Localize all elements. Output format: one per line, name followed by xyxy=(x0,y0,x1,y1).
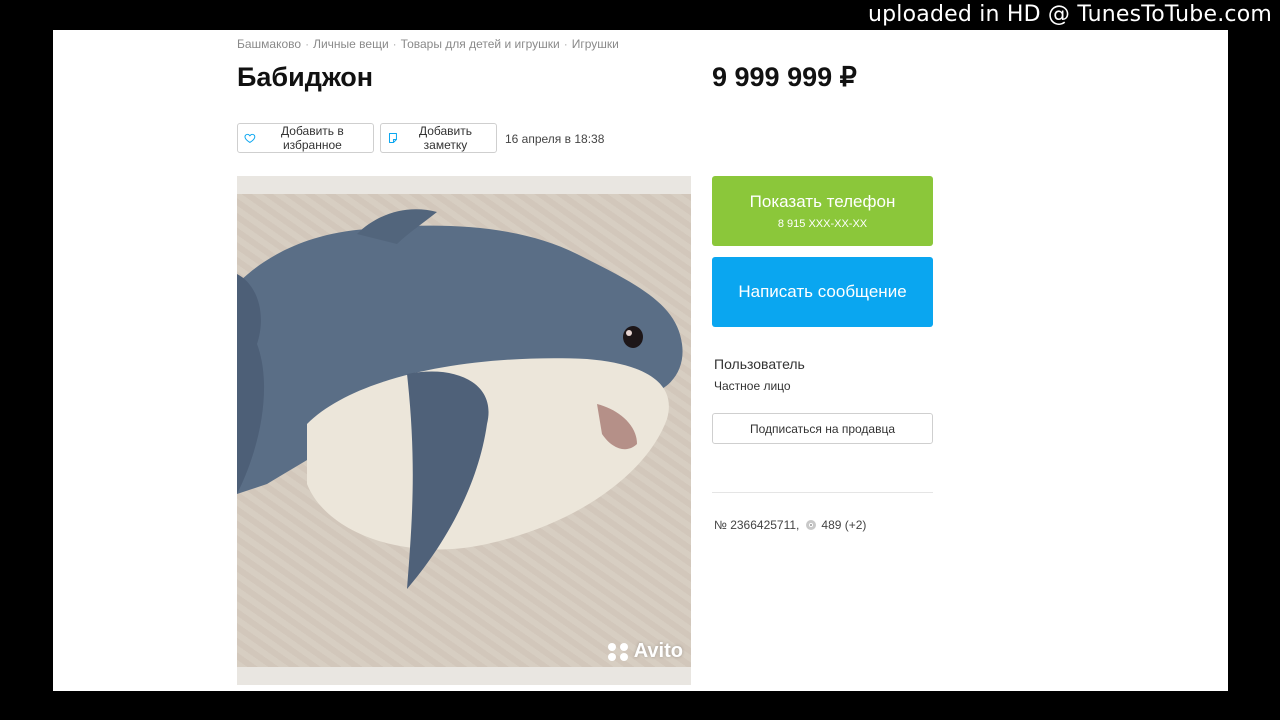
avito-logo-icon xyxy=(607,642,630,661)
add-note-label: Добавить заметку xyxy=(418,124,472,152)
listing-page: Башмаково · Личные вещи · Товары для детей и… xyxy=(53,30,1228,691)
breadcrumb-separator: · xyxy=(305,37,310,51)
photo-bottom-strip xyxy=(237,667,691,685)
breadcrumb-item-toys[interactable]: Игрушки xyxy=(572,37,619,51)
video-watermark: uploaded in HD @ TunesToTube.com xyxy=(867,2,1272,27)
listing-title: Бабиджон xyxy=(237,62,374,92)
listing-date: 16 апреля в 18:38 xyxy=(505,132,605,146)
add-note-button[interactable]: Добавить заметку xyxy=(380,123,497,153)
avito-watermark-text: Avito xyxy=(633,640,683,662)
listing-price: 9 999 999 ₽ xyxy=(712,62,857,92)
send-message-button[interactable]: Написать сообщение xyxy=(712,257,933,327)
add-favorite-label: Добавить в избранное xyxy=(281,124,344,152)
shark-plush-illustration xyxy=(237,194,691,667)
phone-masked: 8 915 XXX-XX-XX xyxy=(777,218,868,230)
show-phone-button[interactable]: Показать телефон 8 915 XXX-XX-XX xyxy=(712,176,933,246)
note-icon xyxy=(388,133,397,143)
show-phone-label: Показать телефон xyxy=(749,192,896,211)
breadcrumb-separator: · xyxy=(392,37,397,51)
breadcrumb: Башмаково · Личные вещи · Товары для детей и… xyxy=(237,37,619,51)
seller-name[interactable]: Пользователь xyxy=(714,356,805,372)
breadcrumb-separator: · xyxy=(563,37,568,51)
view-count: 489 (+2) xyxy=(821,518,867,532)
divider xyxy=(712,492,933,493)
ad-meta: № 2366425711, 489 (+2) xyxy=(714,518,866,532)
breadcrumb-item-kids[interactable]: Товары для детей и игрушки xyxy=(401,37,560,51)
add-favorite-button[interactable]: Добавить в избранное xyxy=(237,123,374,153)
listing-photo[interactable]: Avito xyxy=(237,176,691,685)
seller-type: Частное лицо xyxy=(714,379,791,393)
breadcrumb-item-city[interactable]: Башмаково xyxy=(237,37,301,51)
subscribe-seller-button[interactable]: Подписаться на продавца xyxy=(712,413,933,444)
heart-icon xyxy=(244,133,256,143)
eye-icon xyxy=(806,520,817,530)
shark-plush-image xyxy=(237,194,691,667)
ad-number: № 2366425711, xyxy=(714,518,800,532)
breadcrumb-item-personal[interactable]: Личные вещи xyxy=(313,37,389,51)
avito-watermark: Avito xyxy=(607,640,683,663)
photo-top-strip xyxy=(237,176,691,194)
